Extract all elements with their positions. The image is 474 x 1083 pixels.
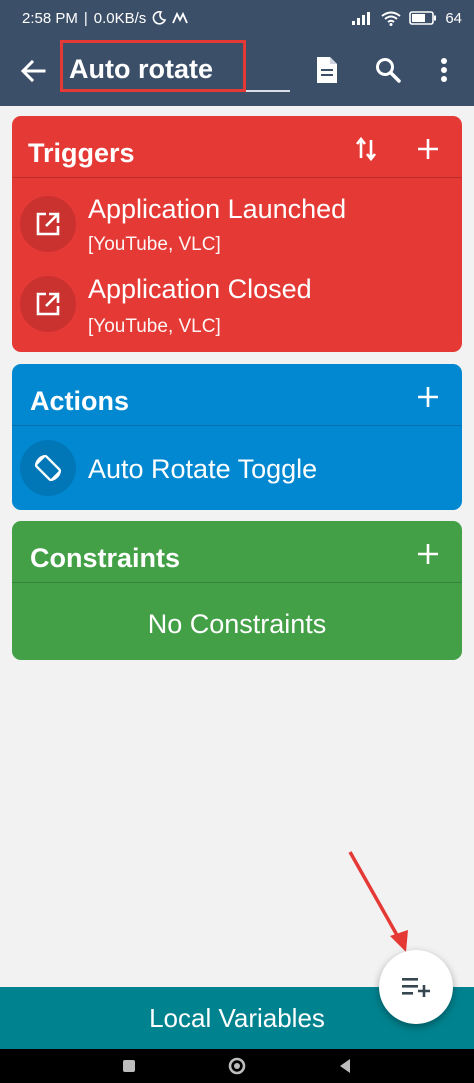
triggers-header: Triggers (12, 116, 462, 178)
status-left: 2:58 PM | 0.0KB/s (22, 9, 189, 27)
constraints-header: Constraints (12, 521, 462, 583)
circle-icon (228, 1057, 246, 1075)
back-button[interactable] (18, 56, 48, 86)
triangle-back-icon (340, 1059, 350, 1073)
swap-vert-icon (355, 136, 377, 162)
status-bar: 2:58 PM | 0.0KB/s 64 (0, 0, 474, 36)
macro-name-value: Auto rotate (69, 54, 213, 84)
no-constraints-text: No Constraints (147, 609, 327, 639)
home-button[interactable] (226, 1055, 248, 1077)
trigger-icon-bg (20, 196, 76, 252)
status-time: 2:58 PM (22, 9, 78, 27)
trigger-item-app-launched[interactable]: Application Launched [YouTube, VLC] (12, 178, 462, 260)
trigger-item-title: Application Closed (88, 274, 312, 304)
status-net-speed: 0.0KB/s (93, 9, 147, 27)
screen-rotation-icon (34, 454, 62, 482)
trigger-item-subtitle: [YouTube, VLC] (88, 234, 221, 255)
triggers-title: Triggers (28, 138, 135, 168)
moon-icon (152, 11, 167, 25)
trigger-item-subtitle: [YouTube, VLC] (88, 316, 221, 337)
more-vert-icon (441, 58, 447, 82)
system-nav-bar (0, 1049, 474, 1083)
local-variables-label: Local Variables (149, 1002, 325, 1033)
status-separator: | (83, 9, 88, 27)
macro-name-field[interactable]: Auto rotate (60, 40, 290, 92)
document-icon (317, 57, 337, 83)
actions-card: Actions Auto Rotate Toggle (12, 364, 462, 510)
app-bar: Auto rotate (0, 36, 474, 106)
more-options-button[interactable] (428, 54, 460, 86)
action-icon-bg (20, 440, 76, 496)
action-item-title: Auto Rotate Toggle (88, 454, 318, 484)
actions-title: Actions (30, 386, 130, 416)
playlist-add-icon (402, 978, 430, 997)
notification-m-icon (172, 12, 189, 24)
constraints-card: Constraints No Constraints (12, 521, 462, 660)
add-action-button[interactable] (413, 382, 443, 412)
top-bar: 2:58 PM | 0.0KB/s 64 Auto rotate (0, 0, 474, 106)
recents-button[interactable] (118, 1055, 140, 1077)
battery-level: 64 (445, 9, 462, 27)
constraints-title: Constraints (30, 543, 181, 573)
battery-icon (409, 11, 437, 25)
reorder-triggers-button[interactable] (351, 134, 381, 164)
plus-icon (418, 139, 438, 159)
wifi-icon (381, 11, 401, 26)
square-icon (123, 1060, 135, 1072)
trigger-icon-bg (20, 276, 76, 332)
add-constraint-button[interactable] (413, 539, 443, 569)
action-item-auto-rotate-toggle[interactable]: Auto Rotate Toggle (12, 426, 462, 510)
annotation-arrow-icon (348, 851, 408, 952)
document-button[interactable] (311, 54, 343, 86)
search-button[interactable] (372, 54, 404, 86)
trigger-item-app-closed[interactable]: Application Closed [YouTube, VLC] (12, 260, 462, 342)
trigger-item-title: Application Launched (88, 194, 347, 224)
arrow-back-icon (20, 59, 46, 83)
triggers-card: Triggers Application Launched [YouTube, … (12, 116, 462, 352)
open-in-new-icon (36, 292, 60, 316)
plus-icon (418, 387, 438, 407)
status-right: 64 (351, 10, 462, 27)
add-trigger-button[interactable] (413, 134, 443, 164)
open-in-new-icon (36, 212, 60, 236)
back-nav-button[interactable] (334, 1055, 356, 1077)
add-to-list-fab[interactable] (379, 950, 453, 1024)
signal-icon (352, 12, 371, 25)
actions-header: Actions (12, 364, 462, 426)
search-icon (376, 58, 401, 83)
plus-icon (418, 544, 438, 564)
